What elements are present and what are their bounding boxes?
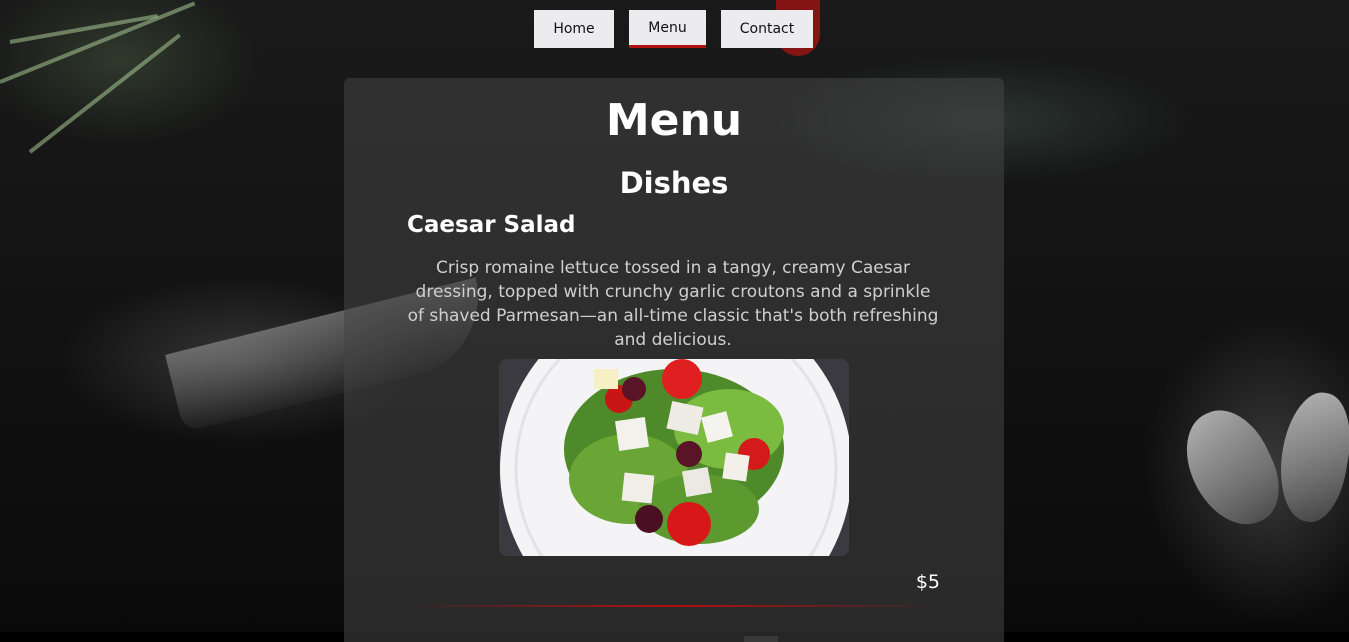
main-nav: Home Menu Contact (534, 10, 813, 48)
dish-image (499, 359, 849, 556)
nav-contact-button[interactable]: Contact (721, 10, 813, 48)
dish-price: $5 (915, 571, 940, 593)
dish-name: Caesar Salad (407, 212, 576, 238)
nav-home-button[interactable]: Home (534, 10, 614, 48)
garlic-decoration (1271, 387, 1349, 527)
garlic-decoration (1170, 396, 1294, 540)
salad-plate-illustration (499, 359, 849, 556)
section-title: Dishes (619, 166, 729, 200)
herb-stem-decoration (28, 33, 181, 154)
dish-divider (404, 605, 944, 607)
page-title: Menu (605, 95, 743, 146)
dish-description: Crisp romaine lettuce tossed in a tangy,… (407, 258, 939, 350)
nav-menu-button[interactable]: Menu (629, 10, 706, 48)
menu-panel: Menu Dishes Caesar Salad Crisp romaine l… (344, 78, 1004, 642)
